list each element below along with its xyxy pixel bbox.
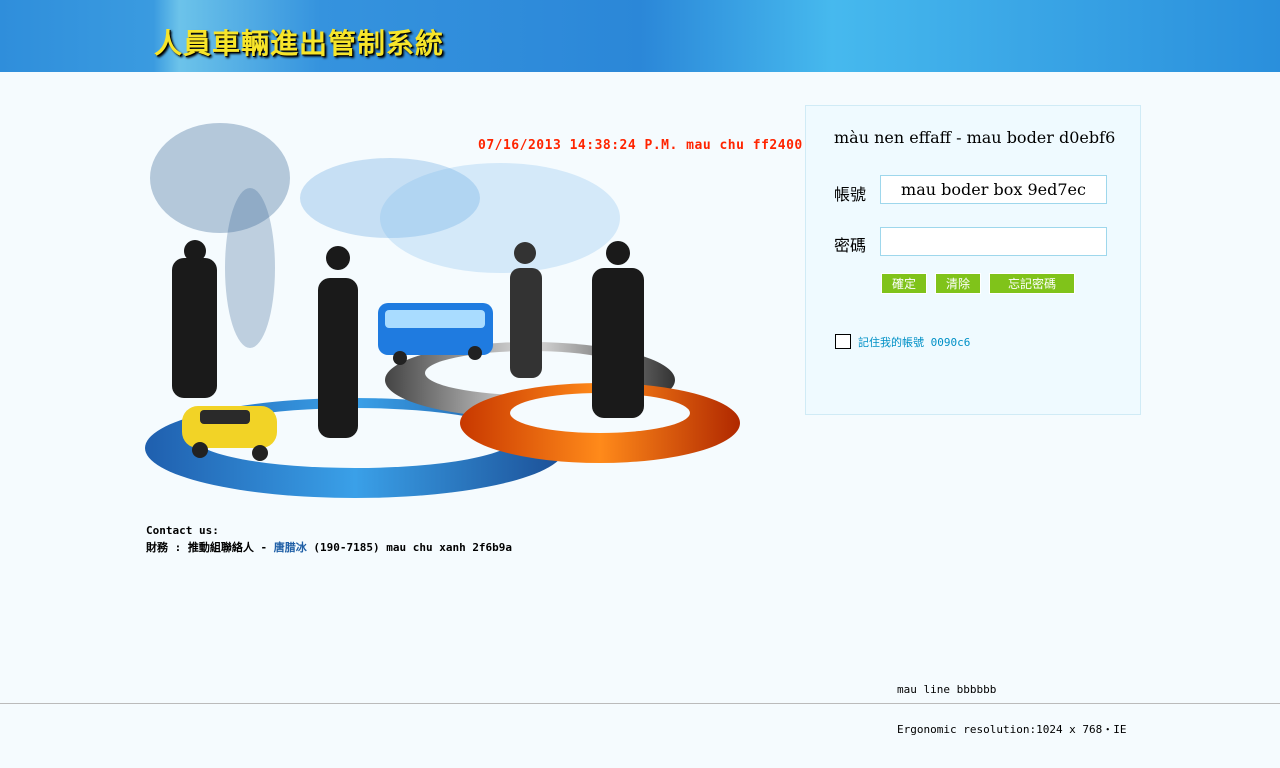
forgot-password-button[interactable]: 忘記密碼 [989,273,1075,294]
confirm-button[interactable]: 確定 [881,273,927,294]
remember-label[interactable]: 記住我的帳號 0090c6 [858,334,970,350]
hero-illustration [145,123,740,498]
clear-button[interactable]: 清除 [935,273,981,294]
contact-suffix: (190-7185) mau chu xanh 2f6b9a [306,541,513,554]
header-banner: 人員車輛進出管制系統 [0,0,1280,72]
contact-heading: Contact us: [146,524,219,537]
contact-info: Contact us: 財務 : 推動組聯絡人 - 唐腊冰 (190-7185)… [146,522,512,556]
contact-line: 財務 : 推動組聯絡人 - 唐腊冰 (190-7185) mau chu xan… [146,539,512,556]
login-panel: màu nen effaff - mau boder d0ebf6 帳號 mau… [805,105,1141,415]
contact-prefix: 財務 : 推動組聯絡人 - [146,541,274,554]
footer-divider [0,703,1280,704]
account-input[interactable]: mau boder box 9ed7ec [880,175,1107,204]
password-label: 密碼 [834,236,867,255]
resolution-note: Ergonomic resolution:1024 x 768・IE [897,723,1127,736]
remember-checkbox[interactable] [835,334,851,349]
login-panel-title: màu nen effaff - mau boder d0ebf6 [834,128,1116,147]
account-label: 帳號 [834,185,867,204]
line-note: mau line bbbbbb [897,683,997,696]
app-title: 人員車輛進出管制系統 [154,27,445,60]
password-input[interactable] [880,227,1107,256]
timestamp: 07/16/2013 14:38:24 P.M. mau chu ff2400 [478,138,803,153]
contact-person-link[interactable]: 唐腊冰 [274,541,307,554]
